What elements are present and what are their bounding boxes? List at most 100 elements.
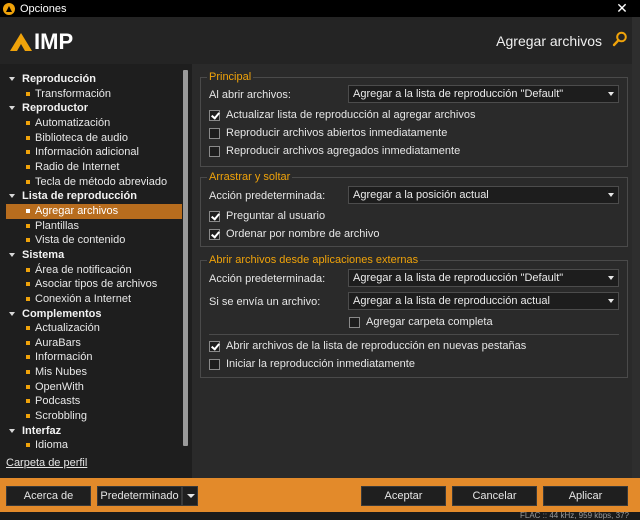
checkbox-box[interactable] bbox=[209, 358, 220, 370]
bullet-icon bbox=[26, 135, 30, 140]
checkbox-box[interactable] bbox=[209, 228, 220, 240]
tree-item-label: Agregar archivos bbox=[35, 204, 119, 217]
tree-item[interactable]: Biblioteca de audio bbox=[6, 131, 182, 146]
expand-arrow-icon[interactable] bbox=[9, 248, 16, 262]
bullet-icon bbox=[26, 91, 30, 96]
expand-arrow-icon[interactable] bbox=[9, 307, 16, 321]
sidebar-scrollbar[interactable] bbox=[183, 70, 188, 446]
tree-item[interactable]: Radio de Internet bbox=[6, 160, 182, 175]
bullet-icon bbox=[26, 296, 30, 301]
tree-item[interactable]: Vista de contenido bbox=[6, 233, 182, 248]
logo-triangle-icon bbox=[10, 33, 32, 51]
tree-item[interactable]: Agregar archivos bbox=[6, 203, 182, 219]
checkbox-label: Reproducir archivos agregados inmediatam… bbox=[226, 145, 461, 157]
tree-item-label: Información adicional bbox=[35, 146, 139, 159]
tree-item[interactable]: Información adicional bbox=[6, 145, 182, 160]
checkbox-box[interactable] bbox=[209, 210, 220, 222]
checkbox-add-whole-folder[interactable]: Agregar carpeta completa bbox=[349, 316, 493, 328]
tree-item[interactable]: Mis Nubes bbox=[6, 365, 182, 380]
single-file-label: Si se envía un archivo: bbox=[209, 296, 321, 308]
expand-arrow-icon[interactable] bbox=[9, 101, 16, 115]
tree-item[interactable]: Actualización bbox=[6, 321, 182, 336]
checkbox-play-added[interactable]: Reproducir archivos agregados inmediatam… bbox=[209, 145, 460, 157]
tree-item[interactable]: AuraBars bbox=[6, 336, 182, 351]
checkbox-update-playlist[interactable]: Actualizar lista de reproducción al agre… bbox=[209, 109, 475, 121]
bullet-icon bbox=[26, 399, 30, 404]
chevron-down-icon bbox=[187, 494, 195, 498]
checkbox-label: Abrir archivos de la lista de reproducci… bbox=[226, 340, 527, 352]
checkbox-box[interactable] bbox=[209, 109, 220, 121]
defaults-dropdown-button[interactable] bbox=[182, 486, 198, 506]
main-scrollbar-track[interactable] bbox=[632, 17, 640, 478]
tree-item[interactable]: Transformación bbox=[6, 87, 182, 102]
checkbox-label: Ordenar por nombre de archivo bbox=[226, 228, 380, 240]
tree-item-label: Podcasts bbox=[35, 395, 81, 408]
bullet-icon bbox=[26, 267, 30, 272]
tree-group[interactable]: Complementos bbox=[6, 307, 182, 322]
drag-default-action-label: Acción predeterminada: bbox=[209, 190, 326, 202]
title-bar: Opciones ✕ bbox=[0, 0, 640, 17]
expand-arrow-icon[interactable] bbox=[9, 189, 16, 203]
tree-item-label: AuraBars bbox=[35, 336, 81, 349]
tree-item[interactable]: Automatización bbox=[6, 116, 182, 131]
external-default-action-value: Agregar a la lista de reproducción "Defa… bbox=[353, 272, 564, 284]
tree-item[interactable]: Información bbox=[6, 350, 182, 365]
checkbox-box[interactable] bbox=[209, 145, 220, 157]
background-status-text: FLAC :: 44 kHz, 959 kbps, 37? bbox=[440, 512, 640, 520]
on-open-select-value: Agregar a la lista de reproducción "Defa… bbox=[353, 88, 564, 100]
checkbox-box[interactable] bbox=[209, 127, 220, 139]
group-external-apps: Abrir archivos desde aplicaciones extern… bbox=[200, 254, 628, 378]
checkbox-box[interactable] bbox=[349, 316, 360, 328]
on-open-select[interactable]: Agregar a la lista de reproducción "Defa… bbox=[348, 85, 619, 103]
tree-item-label: Área de notificación bbox=[35, 263, 132, 276]
tree-item[interactable]: OpenWith bbox=[6, 380, 182, 395]
bullet-icon bbox=[26, 150, 30, 155]
tree-group[interactable]: Reproducción bbox=[6, 72, 182, 87]
external-default-action-select[interactable]: Agregar a la lista de reproducción "Defa… bbox=[348, 269, 619, 287]
footer: Acerca de Predeterminado Aceptar Cancela… bbox=[0, 478, 640, 512]
tree-item-label: Biblioteca de audio bbox=[35, 131, 128, 144]
defaults-button[interactable]: Predeterminado bbox=[97, 486, 182, 506]
checkbox-label: Iniciar la reproducción inmediatamente bbox=[226, 358, 415, 370]
bullet-icon bbox=[26, 370, 30, 375]
group-external-apps-legend: Abrir archivos desde aplicaciones extern… bbox=[207, 254, 421, 266]
search-icon[interactable] bbox=[612, 31, 628, 47]
tree-item[interactable]: Idioma bbox=[6, 438, 182, 453]
checkbox-sort-by-name[interactable]: Ordenar por nombre de archivo bbox=[209, 228, 379, 240]
apply-button[interactable]: Aplicar bbox=[543, 486, 628, 506]
single-file-select[interactable]: Agregar a la lista de reproducción actua… bbox=[348, 292, 619, 310]
checkbox-box[interactable] bbox=[209, 340, 220, 352]
tree-group[interactable]: Reproductor bbox=[6, 101, 182, 116]
tree-group-label: Reproducción bbox=[22, 73, 96, 85]
checkbox-open-in-new-tabs[interactable]: Abrir archivos de la lista de reproducci… bbox=[209, 340, 526, 352]
expand-arrow-icon[interactable] bbox=[9, 72, 16, 86]
accept-button[interactable]: Aceptar bbox=[361, 486, 446, 506]
tree-item[interactable]: Conexión a Internet bbox=[6, 292, 182, 307]
tree-item[interactable]: Scrobbling bbox=[6, 409, 182, 424]
tree-item[interactable]: Área de notificación bbox=[6, 263, 182, 278]
profile-folder-link[interactable]: Carpeta de perfil bbox=[6, 457, 87, 469]
tree-item[interactable]: Plantillas bbox=[6, 219, 182, 234]
tree-group-label: Complementos bbox=[22, 307, 102, 320]
cancel-button[interactable]: Cancelar bbox=[452, 486, 537, 506]
tree-group[interactable]: Lista de reproducción bbox=[6, 189, 182, 204]
tree-item[interactable]: Asociar tipos de archivos bbox=[6, 277, 182, 292]
checkbox-play-opened[interactable]: Reproducir archivos abiertos inmediatame… bbox=[209, 127, 447, 139]
settings-panel: Principal Al abrir archivos: Agregar a l… bbox=[192, 64, 640, 478]
about-button[interactable]: Acerca de bbox=[6, 486, 91, 506]
tree-group-label: Sistema bbox=[22, 248, 65, 261]
tree-item[interactable]: Tecla de método abreviado bbox=[6, 175, 182, 190]
checkbox-start-playback[interactable]: Iniciar la reproducción inmediatamente bbox=[209, 358, 415, 370]
close-icon[interactable]: ✕ bbox=[608, 0, 636, 17]
logo-text: IMP bbox=[34, 29, 74, 54]
bullet-icon bbox=[26, 179, 30, 184]
sidebar: Reproducción Transformación Reproductor Aut… bbox=[0, 64, 192, 478]
checkbox-ask-user[interactable]: Preguntar al usuario bbox=[209, 210, 325, 222]
tree-item[interactable]: Podcasts bbox=[6, 394, 182, 409]
bullet-icon bbox=[26, 443, 30, 448]
chevron-down-icon bbox=[608, 92, 614, 96]
drag-default-action-select[interactable]: Agregar a la posición actual bbox=[348, 186, 619, 204]
tree-group[interactable]: Interfaz bbox=[6, 424, 182, 439]
tree-group[interactable]: Sistema bbox=[6, 248, 182, 263]
expand-arrow-icon[interactable] bbox=[9, 424, 16, 438]
